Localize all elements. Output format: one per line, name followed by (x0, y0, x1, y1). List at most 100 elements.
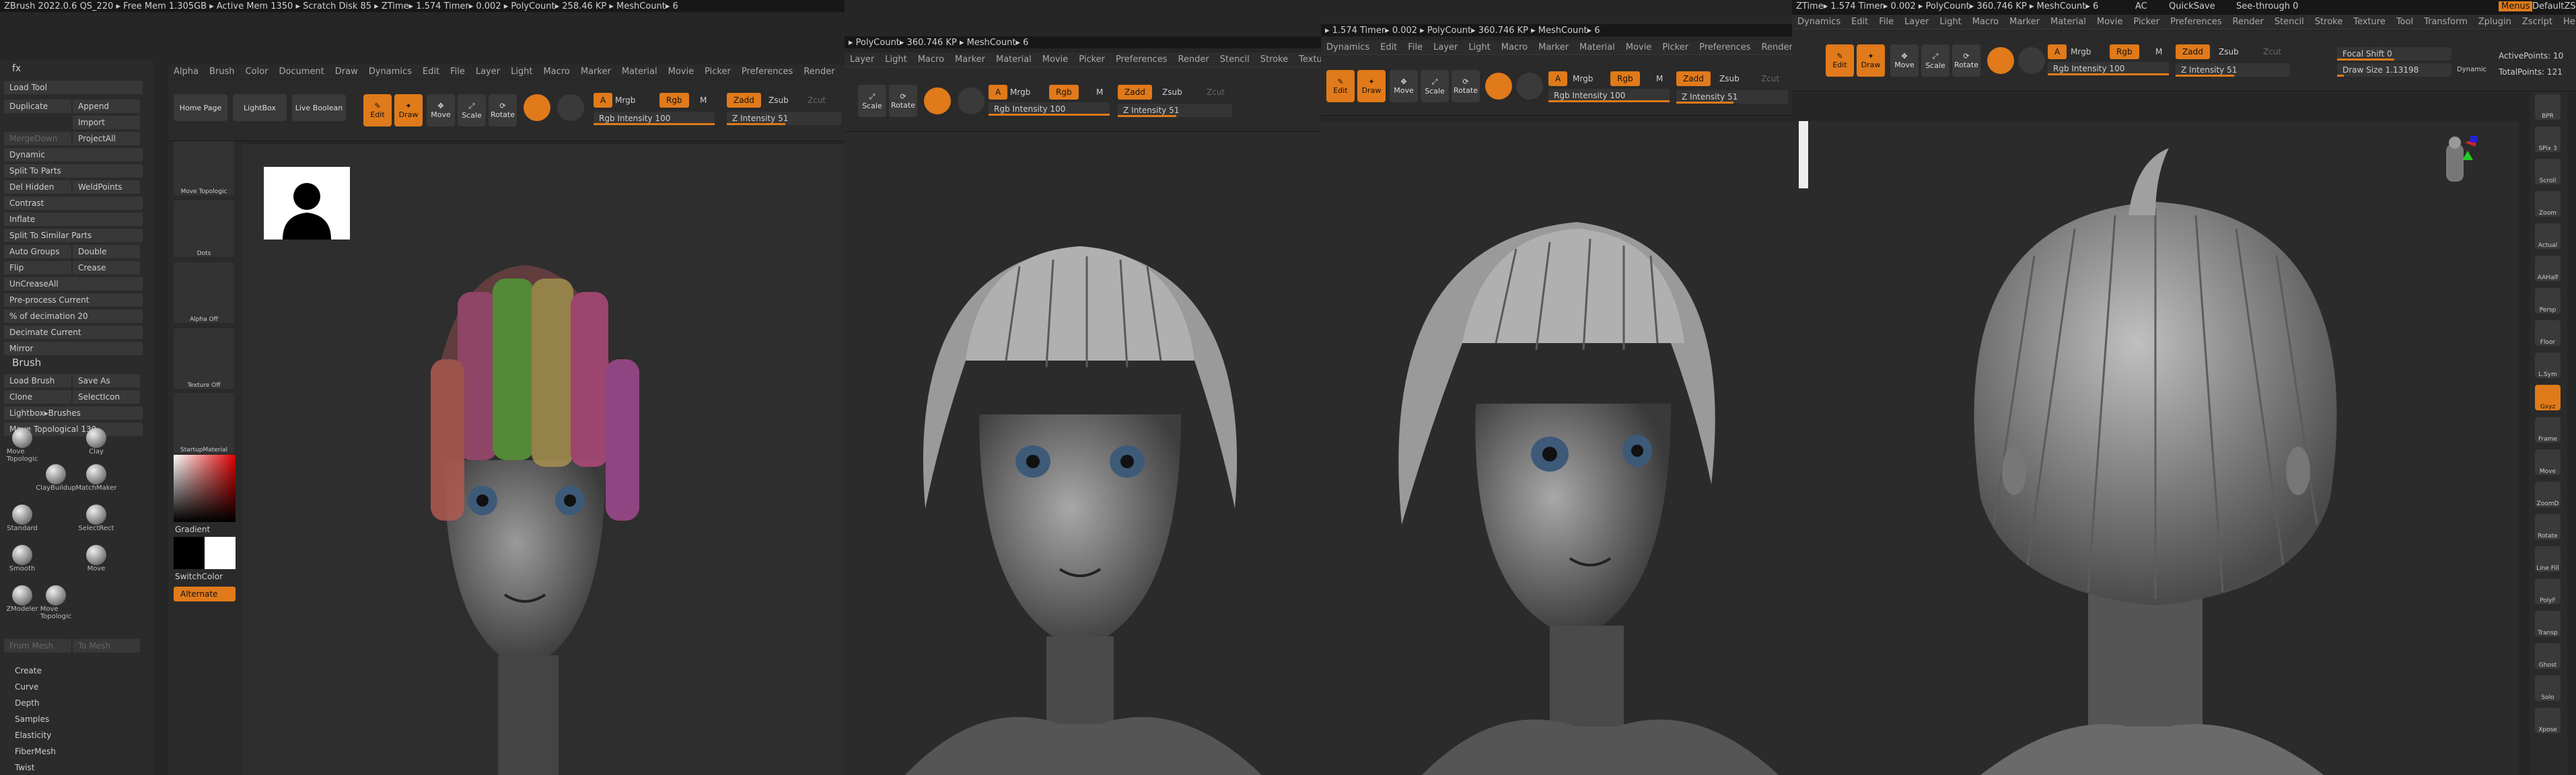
menu-item[interactable]: Marker (2004, 15, 2045, 29)
viewport-scrollbar[interactable] (1799, 121, 1808, 188)
brush-icon[interactable]: SelectRect (79, 505, 114, 540)
right-shelf-button[interactable]: Gxyz (2535, 385, 2561, 410)
brush-icon[interactable]: Smooth (7, 545, 38, 580)
contrast-slider[interactable]: Contrast (4, 196, 143, 210)
brush-icon[interactable]: Move (81, 545, 112, 580)
lightbox-button[interactable]: LightBox (233, 94, 287, 121)
draw-size-slider[interactable]: Draw Size 1.13198 (2337, 63, 2452, 77)
rgb-intensity-slider[interactable]: Rgb Intensity 100 (1548, 89, 1670, 102)
menu-item[interactable]: Picker (2128, 15, 2165, 29)
decimation-slider[interactable]: % of decimation 20 (4, 309, 143, 323)
menu-item[interactable]: Preferences (1110, 52, 1172, 67)
viewport-3[interactable] (1321, 121, 1792, 775)
menu-item[interactable]: Layer (470, 65, 505, 79)
m-toggle[interactable]: M (1096, 87, 1103, 97)
brush-icon[interactable]: ClayBuildup (36, 464, 76, 499)
load-tool-button[interactable]: Load Tool (4, 81, 143, 94)
zsub-toggle[interactable]: Zsub (1719, 74, 1740, 83)
menu-item[interactable]: Material (991, 52, 1037, 67)
clone-button[interactable]: Clone (4, 390, 71, 404)
default-zscript-button[interactable]: DefaultZScript (2532, 1, 2576, 11)
right-shelf-button[interactable]: ZoomD (2535, 482, 2561, 507)
subpalette-item[interactable]: FiberMesh (15, 747, 56, 756)
menu-item[interactable]: Picker (1073, 52, 1110, 67)
zadd-toggle[interactable]: Zadd (2176, 44, 2210, 59)
zadd-toggle[interactable]: Zadd (1676, 71, 1711, 86)
right-shelf-button[interactable]: Line Fill (2535, 546, 2561, 572)
menu-item[interactable]: Stencil (1215, 52, 1255, 67)
projectall-button[interactable]: ProjectAll (73, 132, 140, 145)
menu-item[interactable]: Picker (1657, 40, 1694, 54)
right-shelf-button[interactable]: Xpose (2535, 708, 2561, 733)
menu-item[interactable]: Zplugin (2473, 15, 2517, 29)
rotate-button[interactable]: ⟳ Rotate (889, 85, 917, 117)
menu-item[interactable]: Texture (1293, 52, 1321, 67)
z-intensity-slider[interactable]: Z Intensity 51 (1118, 104, 1232, 117)
zcut-toggle[interactable]: Zcut (1207, 87, 1225, 97)
mergedown-button[interactable]: MergeDown (4, 132, 71, 145)
menu-item[interactable]: Material (1574, 40, 1620, 54)
menu-item[interactable]: Light (505, 65, 538, 79)
edit-button[interactable]: ✎ Edit (1326, 70, 1355, 102)
subpalette-item[interactable]: Samples (15, 714, 49, 724)
a-toggle[interactable]: A (1548, 71, 1568, 86)
alpha-off[interactable]: Alpha Off (174, 262, 234, 323)
menu-item[interactable]: File (445, 65, 470, 79)
edit-button[interactable]: ✎ Edit (363, 94, 392, 126)
menu-item[interactable]: File (1873, 15, 1899, 29)
zsub-toggle[interactable]: Zsub (1162, 87, 1182, 97)
menu-item[interactable]: Stencil (2269, 15, 2310, 29)
move-button[interactable]: ✥ Move (427, 94, 455, 126)
menu-item[interactable]: Picker (699, 65, 736, 79)
inflate-slider[interactable]: Inflate (4, 213, 143, 226)
menu-item[interactable]: Layer (1899, 15, 1934, 29)
rgb-toggle[interactable]: Rgb (2110, 44, 2139, 59)
menu-item[interactable]: Alpha (168, 65, 204, 79)
live-boolean-button[interactable]: Live Boolean (292, 94, 346, 121)
uncreaseall-button[interactable]: UnCreaseAll (4, 277, 143, 291)
menu-item[interactable]: File (1402, 40, 1428, 54)
rotate-button[interactable]: ⟳ Rotate (1452, 70, 1480, 102)
subpalette-item[interactable]: Elasticity (15, 731, 51, 740)
right-shelf-button[interactable]: Zoom (2535, 191, 2561, 217)
texture-sphere-icon[interactable] (557, 94, 584, 121)
menu-item[interactable]: Preferences (736, 65, 798, 79)
menu-item[interactable]: Movie (663, 65, 699, 79)
menu-item[interactable]: Texture (2348, 15, 2391, 29)
material-sphere-icon[interactable] (924, 87, 951, 114)
m-toggle[interactable]: M (2155, 47, 2162, 57)
selecticon-button[interactable]: SelectIcon (73, 390, 140, 404)
menu-item[interactable]: Marker (1533, 40, 1574, 54)
menu-item[interactable]: Movie (1037, 52, 1073, 67)
stroke-dots[interactable]: Dots (174, 200, 234, 257)
menu-item[interactable]: Material (2045, 15, 2091, 29)
right-shelf-button[interactable]: Floor (2535, 320, 2561, 346)
zsub-toggle[interactable]: Zsub (768, 96, 789, 105)
menu-item[interactable]: Dynamics (1321, 40, 1375, 54)
see-through-slider[interactable]: See-through 0 (2236, 1, 2298, 11)
edit-button[interactable]: ✎ Edit (1826, 44, 1854, 77)
split-similar-button[interactable]: Split To Similar Parts (4, 229, 143, 242)
menu-item[interactable]: Movie (2091, 15, 2128, 29)
a-toggle[interactable]: A (594, 93, 613, 108)
brush-icon[interactable]: Move Topologic (7, 428, 38, 463)
scale-button[interactable]: ⤢ Scale (458, 94, 486, 126)
material-sphere-icon[interactable] (524, 94, 550, 121)
crease-button[interactable]: Crease (73, 261, 140, 274)
z-intensity-slider[interactable]: Z Intensity 51 (1676, 90, 1788, 104)
material-startup[interactable]: StartupMaterial (174, 393, 234, 453)
append-button[interactable]: Append (73, 100, 140, 113)
menu-item[interactable]: Render (2227, 15, 2269, 29)
m-toggle[interactable]: M (1656, 74, 1663, 83)
subpalette-item[interactable]: Create (15, 666, 42, 675)
menu-item[interactable]: Render (798, 65, 840, 79)
menu-item[interactable]: Edit (1375, 40, 1402, 54)
import-button[interactable]: Import (73, 116, 140, 129)
menu-item[interactable]: Light (1934, 15, 1966, 29)
menu-item[interactable]: Macro (913, 52, 950, 67)
scale-button[interactable]: ⤢ Scale (1921, 44, 1949, 77)
subpalette-item[interactable]: Curve (15, 682, 38, 692)
weldpoints-button[interactable]: WeldPoints (73, 180, 140, 194)
brush-icon[interactable]: MatchMaker (76, 464, 116, 499)
right-shelf-button[interactable]: L.Sym (2535, 353, 2561, 378)
